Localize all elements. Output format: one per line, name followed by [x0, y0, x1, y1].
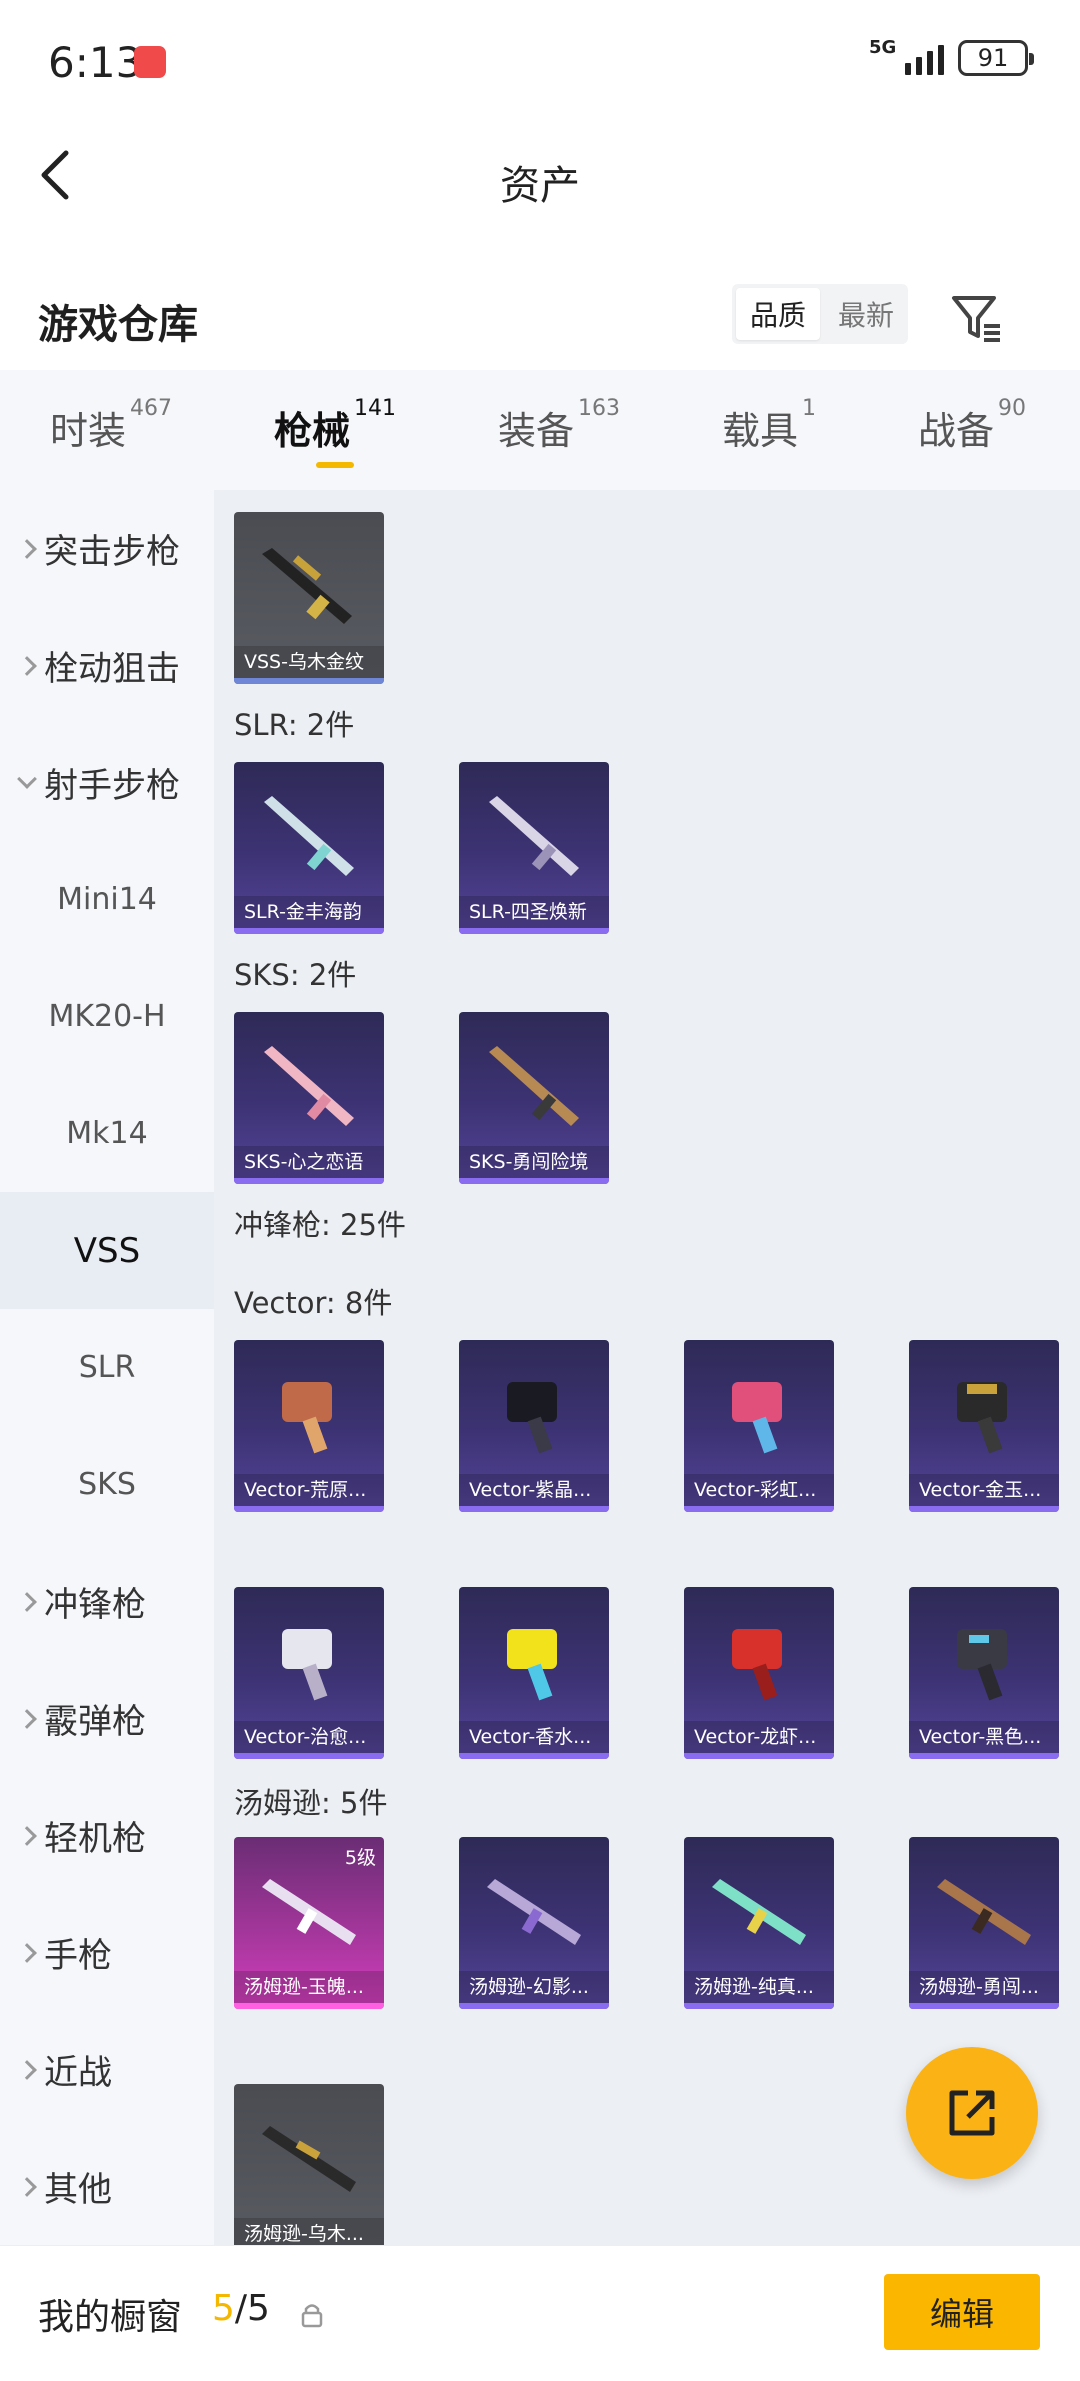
chevron-right-icon [17, 538, 37, 559]
gun-icon [732, 1629, 782, 1701]
gun-icon [489, 1046, 579, 1126]
chevron-down-icon [17, 768, 37, 789]
sidebar-item-smg[interactable]: 冲锋枪 [0, 1543, 214, 1660]
section-header: 游戏仓库 品质 最新 [0, 270, 1080, 370]
gun-icon [489, 796, 579, 876]
gun-icon [264, 1046, 354, 1126]
item-card[interactable]: SKS-勇闯险境 [459, 1012, 609, 1184]
category-tabs: 时装467 枪械141 装备163 载具1 战备90 [0, 370, 1080, 490]
network-type: 5G [869, 37, 897, 58]
filter-icon [952, 296, 1000, 342]
tab-readiness[interactable]: 战备90 [918, 396, 1026, 455]
sidebar-item-mk14[interactable]: Mk14 [0, 1075, 214, 1192]
gun-icon [957, 1629, 1007, 1701]
gun-icon [264, 796, 354, 876]
item-card[interactable]: 汤姆逊-纯真... [684, 1837, 834, 2009]
chevron-right-icon [17, 1825, 37, 1846]
tab-vehicles[interactable]: 载具1 [722, 396, 816, 455]
sidebar-item-slr[interactable]: SLR [0, 1309, 214, 1426]
edit-button[interactable]: 编辑 [884, 2274, 1040, 2350]
item-card[interactable]: Vector-彩虹... [684, 1340, 834, 1512]
filter-button[interactable] [946, 288, 1006, 348]
sidebar-item-bolt-sniper[interactable]: 栓动狙击 [0, 607, 214, 724]
sidebar-item-assault-rifle[interactable]: 突击步枪 [0, 490, 214, 607]
sort-newest[interactable]: 最新 [824, 284, 908, 344]
item-card[interactable]: SKS-心之恋语 [234, 1012, 384, 1184]
external-link-icon [949, 2090, 995, 2136]
gun-icon [262, 2126, 356, 2192]
group-label-vector: Vector: 8件 [234, 1286, 393, 1320]
item-card[interactable]: Vector-治愈... [234, 1587, 384, 1759]
sidebar: 突击步枪 栓动狙击 射手步枪 Mini14 MK20-H Mk14 VSS SL… [0, 490, 214, 2245]
items-grid: VSS-乌木金纹 SLR: 2件 SLR-金丰海韵 SLR-四圣焕新 SKS: … [214, 490, 1080, 2245]
chevron-right-icon [17, 1942, 37, 1963]
sidebar-item-dmr[interactable]: 射手步枪 [0, 724, 214, 841]
item-card[interactable]: SLR-四圣焕新 [459, 762, 609, 934]
gun-icon [507, 1382, 557, 1454]
showcase-label: 我的橱窗 [38, 2297, 183, 2338]
chevron-right-icon [17, 1708, 37, 1729]
chevron-right-icon [17, 2059, 37, 2080]
tab-equipment[interactable]: 装备163 [498, 396, 620, 455]
item-card[interactable]: Vector-黑色... [909, 1587, 1059, 1759]
active-tab-indicator [316, 462, 354, 468]
status-time: 6:13 [48, 38, 143, 87]
bottom-bar: 我的橱窗 5/5 编辑 [0, 2245, 1080, 2381]
sidebar-item-mk20h[interactable]: MK20-H [0, 958, 214, 1075]
battery-icon: 91 [958, 40, 1034, 76]
item-card[interactable]: Vector-紫晶... [459, 1340, 609, 1512]
item-card[interactable]: 汤姆逊-乌木... [234, 2084, 384, 2245]
gun-icon [712, 1879, 806, 1945]
status-bar: 6:13 5G 91 [0, 0, 1080, 125]
page-title: 资产 [500, 163, 580, 209]
item-card[interactable]: 5级 汤姆逊-玉魄... [234, 1837, 384, 2009]
gun-icon [937, 1879, 1031, 1945]
item-card[interactable]: Vector-香水... [459, 1587, 609, 1759]
gun-icon [282, 1629, 332, 1701]
sidebar-item-melee[interactable]: 近战 [0, 2011, 214, 2128]
gun-icon [487, 1879, 581, 1945]
sort-toggle: 品质 最新 [732, 284, 908, 344]
battery-level: 91 [977, 44, 1009, 72]
gun-icon [507, 1629, 557, 1701]
shopping-app-icon [134, 46, 166, 78]
item-card[interactable]: SLR-金丰海韵 [234, 762, 384, 934]
item-card[interactable]: 汤姆逊-勇闯... [909, 1837, 1059, 2009]
group-label-slr: SLR: 2件 [234, 708, 355, 742]
gun-icon [732, 1382, 782, 1454]
item-card[interactable]: 汤姆逊-幻影... [459, 1837, 609, 2009]
chevron-right-icon [17, 1591, 37, 1612]
gun-icon [262, 548, 352, 624]
section-title: 游戏仓库 [38, 302, 198, 348]
item-card[interactable]: VSS-乌木金纹 [234, 512, 384, 684]
sidebar-item-shotgun[interactable]: 霰弹枪 [0, 1660, 214, 1777]
sidebar-item-pistol[interactable]: 手枪 [0, 1894, 214, 2011]
gun-icon [262, 1879, 356, 1945]
item-card[interactable]: Vector-龙虾... [684, 1587, 834, 1759]
gun-icon [282, 1382, 332, 1454]
share-button[interactable] [906, 2047, 1038, 2179]
tab-guns[interactable]: 枪械141 [274, 396, 396, 455]
status-right: 5G 91 [869, 37, 1034, 76]
group-label-thompson: 汤姆逊: 5件 [234, 1786, 388, 1820]
item-card[interactable]: Vector-金玉... [909, 1340, 1059, 1512]
sidebar-item-lmg[interactable]: 轻机枪 [0, 1777, 214, 1894]
sidebar-item-other[interactable]: 其他 [0, 2128, 214, 2245]
tab-fashion[interactable]: 时装467 [50, 396, 172, 455]
sidebar-item-mini14[interactable]: Mini14 [0, 841, 214, 958]
item-card[interactable]: Vector-荒原... [234, 1340, 384, 1512]
sort-quality[interactable]: 品质 [736, 288, 820, 340]
chevron-right-icon [17, 2176, 37, 2197]
chevron-right-icon [17, 655, 37, 676]
group-label-smg: 冲锋枪: 25件 [234, 1208, 406, 1242]
signal-icon: 5G [869, 37, 944, 75]
group-label-sks: SKS: 2件 [234, 958, 357, 992]
gun-icon [957, 1382, 1007, 1454]
sidebar-item-sks[interactable]: SKS [0, 1426, 214, 1543]
sidebar-item-vss[interactable]: VSS [0, 1192, 214, 1309]
lock-icon [301, 2304, 323, 2328]
showcase-count: 5/5 [212, 2288, 270, 2329]
header: 资产 [0, 125, 1080, 230]
